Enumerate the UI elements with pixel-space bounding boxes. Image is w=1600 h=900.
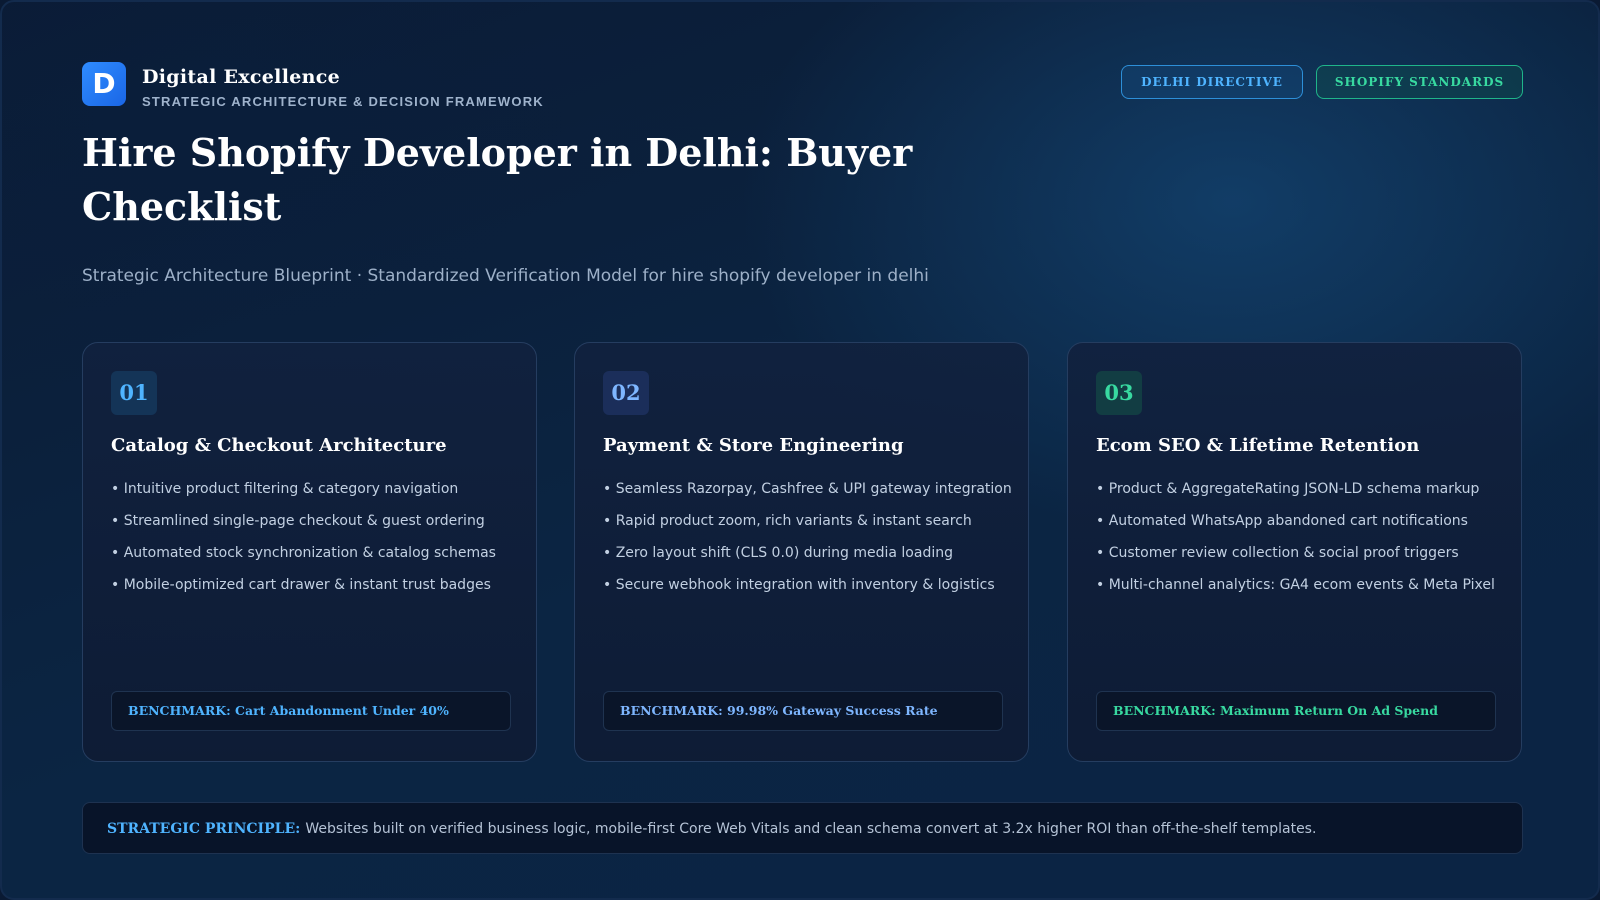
list-item: • Product & AggregateRating JSON-LD sche… [1096,481,1480,497]
list-item: • Multi-channel analytics: GA4 ecom even… [1096,577,1495,593]
tag-delhi-directive: DELHI DIRECTIVE [1121,65,1303,99]
benchmark-badge: BENCHMARK: Cart Abandonment Under 40% [111,691,511,731]
list-item: • Customer review collection & social pr… [1096,545,1459,561]
page-subtitle: Strategic Architecture Blueprint · Stand… [82,266,929,286]
card-number-badge: 03 [1096,371,1142,415]
card-number-badge: 01 [111,371,157,415]
list-item: • Rapid product zoom, rich variants & in… [603,513,972,529]
list-item: • Automated stock synchronization & cata… [111,545,496,561]
card-number-badge: 02 [603,371,649,415]
list-item: • Intuitive product filtering & category… [111,481,459,497]
brand-tagline: STRATEGIC ARCHITECTURE & DECISION FRAMEW… [142,94,544,109]
list-item: • Zero layout shift (CLS 0.0) during med… [603,545,953,561]
card-title: Payment & Store Engineering [603,435,904,456]
tag-shopify-standards: SHOPIFY STANDARDS [1316,65,1523,99]
card-seo-retention: 03 Ecom SEO & Lifetime Retention • Produ… [1067,342,1522,762]
card-bullet-list: • Intuitive product filtering & category… [111,479,526,607]
page-title: Hire Shopify Developer in Delhi: Buyer C… [82,130,913,229]
card-title: Ecom SEO & Lifetime Retention [1096,435,1420,456]
card-title: Catalog & Checkout Architecture [111,435,447,456]
card-catalog-checkout: 01 Catalog & Checkout Architecture • Int… [82,342,537,762]
card-bullet-list: • Seamless Razorpay, Cashfree & UPI gate… [603,479,1018,607]
list-item: • Secure webhook integration with invent… [603,577,995,593]
brand-name: Digital Excellence [142,66,340,88]
card-bullet-list: • Product & AggregateRating JSON-LD sche… [1096,479,1511,607]
benchmark-badge: BENCHMARK: Maximum Return On Ad Spend [1096,691,1496,731]
list-item: • Automated WhatsApp abandoned cart noti… [1096,513,1468,529]
principle-label: STRATEGIC PRINCIPLE: [107,821,301,837]
benchmark-badge: BENCHMARK: 99.98% Gateway Success Rate [603,691,1003,731]
card-payment-store: 02 Payment & Store Engineering • Seamles… [574,342,1029,762]
principle-text: Websites built on verified business logi… [305,821,1317,837]
list-item: • Seamless Razorpay, Cashfree & UPI gate… [603,481,1012,497]
list-item: • Streamlined single-page checkout & gue… [111,513,485,529]
list-item: • Mobile-optimized cart drawer & instant… [111,577,491,593]
page: D Digital Excellence STRATEGIC ARCHITECT… [0,0,1600,900]
logo-icon: D [82,62,126,106]
strategic-principle-banner: STRATEGIC PRINCIPLE: Websites built on v… [82,802,1523,854]
